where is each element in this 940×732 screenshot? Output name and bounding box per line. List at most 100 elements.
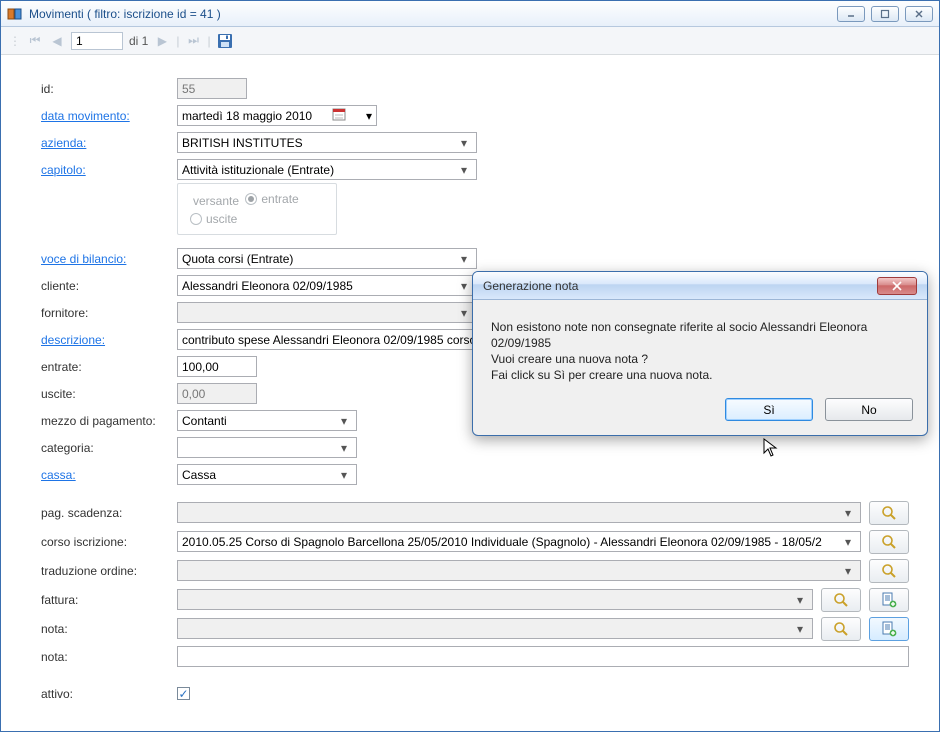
label-capitolo[interactable]: capitolo:: [41, 163, 177, 177]
new-nota-button[interactable]: [869, 617, 909, 641]
voce-bilancio-combo[interactable]: Quota corsi (Entrate) ▾: [177, 248, 477, 269]
calendar-icon: [331, 107, 347, 124]
dialog-body: Non esistono note non consegnate riferit…: [473, 300, 927, 398]
window-title: Movimenti ( filtro: iscrizione id = 41 ): [29, 7, 837, 21]
label-mezzo-pagamento: mezzo di pagamento:: [41, 414, 177, 428]
app-icon: [7, 6, 23, 22]
label-categoria: categoria:: [41, 441, 177, 455]
label-voce-bilancio[interactable]: voce di bilancio:: [41, 252, 177, 266]
label-fattura: fattura:: [41, 593, 177, 607]
fattura-combo[interactable]: ▾: [177, 589, 813, 610]
capitolo-combo[interactable]: Attività istituzionale (Entrate) ▾: [177, 159, 477, 180]
mezzo-pagamento-combo[interactable]: Contanti▾: [177, 410, 357, 431]
chevron-down-icon: ▾: [456, 136, 472, 150]
nav-position-input[interactable]: [71, 32, 123, 50]
label-attivo: attivo:: [41, 687, 177, 701]
versante-group: versante entrate uscite: [177, 183, 337, 235]
dialog-yes-button[interactable]: Sì: [725, 398, 813, 421]
radio-uscite: uscite: [190, 212, 237, 226]
nav-save-button[interactable]: [217, 33, 233, 49]
generazione-nota-dialog: Generazione nota Non esistono note non c…: [472, 271, 928, 436]
dialog-no-button[interactable]: No: [825, 398, 913, 421]
dialog-text-line3: Vuoi creare una nuova nota ?: [491, 352, 909, 366]
categoria-combo[interactable]: ▾: [177, 437, 357, 458]
date-value: martedì 18 maggio 2010: [182, 109, 312, 123]
search-pag-scadenza-button[interactable]: [869, 501, 909, 525]
nav-last-button[interactable]: ⏭: [185, 33, 201, 49]
cliente-combo[interactable]: Alessandri Eleonora 02/09/1985 ▾: [177, 275, 477, 296]
chevron-down-icon: ▾: [840, 506, 856, 520]
azienda-value: BRITISH INSTITUTES: [182, 136, 303, 150]
cassa-combo[interactable]: Cassa ▾: [177, 464, 357, 485]
nav-prev-button[interactable]: ◀: [49, 33, 65, 49]
nav-next-button[interactable]: ▶: [154, 33, 170, 49]
search-corso-button[interactable]: [869, 530, 909, 554]
label-entrate: entrate:: [41, 360, 177, 374]
search-nota-button[interactable]: [821, 617, 861, 641]
descrizione-field[interactable]: [177, 329, 509, 350]
uscite-field: [177, 383, 257, 404]
dialog-title: Generazione nota: [483, 279, 877, 293]
dialog-text-line2: 02/09/1985: [491, 336, 909, 350]
label-data-movimento[interactable]: data movimento:: [41, 109, 177, 123]
attivo-checkbox[interactable]: ✓: [177, 687, 190, 700]
new-fattura-button[interactable]: [869, 588, 909, 612]
azienda-combo[interactable]: BRITISH INSTITUTES ▾: [177, 132, 477, 153]
entrate-field[interactable]: [177, 356, 257, 377]
traduzione-ordine-combo[interactable]: ▾: [177, 560, 861, 581]
data-movimento-datepicker[interactable]: martedì 18 maggio 2010 ▾: [177, 105, 377, 126]
chevron-down-icon: ▾: [456, 279, 472, 293]
navigator-toolbar: ⋮ ⏮ ◀ di 1 ▶ | ⏭ |: [1, 27, 939, 55]
radio-dot-icon: [245, 193, 257, 205]
radio-dot-icon: [190, 213, 202, 225]
search-fattura-button[interactable]: [821, 588, 861, 612]
minimize-button[interactable]: [837, 6, 865, 22]
chevron-down-icon: ▾: [456, 252, 472, 266]
id-field: [177, 78, 247, 99]
corso-iscrizione-combo[interactable]: 2010.05.25 Corso di Spagnolo Barcellona …: [177, 531, 861, 552]
label-id: id:: [41, 82, 177, 96]
label-descrizione[interactable]: descrizione:: [41, 333, 177, 347]
search-traduzione-button[interactable]: [869, 559, 909, 583]
chevron-down-icon: ▾: [456, 306, 472, 320]
label-fornitore: fornitore:: [41, 306, 177, 320]
dialog-text-line1: Non esistono note non consegnate riferit…: [491, 320, 909, 334]
cassa-value: Cassa: [182, 468, 216, 482]
nota-text-field[interactable]: [177, 646, 909, 667]
nota-combo[interactable]: ▾: [177, 618, 813, 639]
chevron-down-icon: ▾: [840, 564, 856, 578]
voce-value: Quota corsi (Entrate): [182, 252, 293, 266]
chevron-down-icon: ▾: [792, 622, 808, 636]
chevron-down-icon: ▾: [336, 414, 352, 428]
window-buttons: [837, 6, 933, 22]
dialog-text-line4: Fai click su Sì per creare una nuova not…: [491, 368, 909, 382]
label-corso-iscrizione: corso iscrizione:: [41, 535, 177, 549]
chevron-down-icon: ▾: [456, 163, 472, 177]
label-traduzione-ordine: traduzione ordine:: [41, 564, 177, 578]
dialog-close-button[interactable]: [877, 277, 917, 295]
nav-of-label: di 1: [129, 34, 148, 48]
fornitore-combo[interactable]: ▾: [177, 302, 477, 323]
nav-first-button[interactable]: ⏮: [27, 33, 43, 49]
capitolo-value: Attività istituzionale (Entrate): [182, 163, 334, 177]
pag-scadenza-combo[interactable]: ▾: [177, 502, 861, 523]
chevron-down-icon: ▾: [840, 535, 856, 549]
radio-entrate: entrate: [245, 192, 298, 206]
chevron-down-icon: ▾: [366, 109, 372, 123]
label-nota2: nota:: [41, 650, 177, 664]
dialog-titlebar: Generazione nota: [473, 272, 927, 300]
label-cliente: cliente:: [41, 279, 177, 293]
cliente-value: Alessandri Eleonora 02/09/1985: [182, 279, 353, 293]
dialog-buttons: Sì No: [473, 398, 927, 435]
chevron-down-icon: ▾: [336, 441, 352, 455]
chevron-down-icon: ▾: [792, 593, 808, 607]
maximize-button[interactable]: [871, 6, 899, 22]
label-uscite: uscite:: [41, 387, 177, 401]
label-pag-scadenza: pag. scadenza:: [41, 506, 177, 520]
chevron-down-icon: ▾: [336, 468, 352, 482]
close-button[interactable]: [905, 6, 933, 22]
label-cassa[interactable]: cassa:: [41, 468, 177, 482]
label-nota: nota:: [41, 622, 177, 636]
versante-legend: versante: [190, 194, 242, 208]
label-azienda[interactable]: azienda:: [41, 136, 177, 150]
